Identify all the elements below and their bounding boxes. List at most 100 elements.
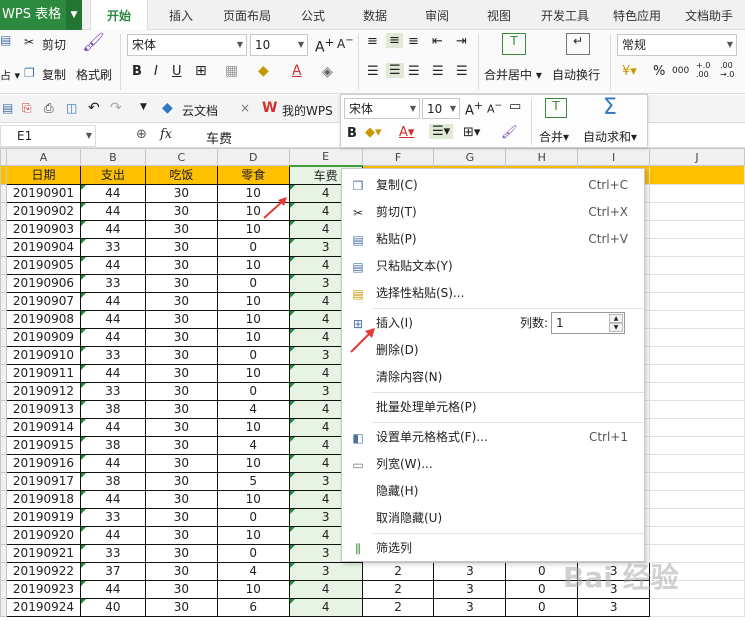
- data-cell[interactable]: 20190920: [5, 525, 81, 545]
- data-cell[interactable]: 0: [216, 345, 290, 365]
- data-cell[interactable]: 30: [144, 219, 218, 239]
- data-cell[interactable]: [649, 291, 745, 311]
- cut-button[interactable]: 剪切: [42, 36, 66, 53]
- data-cell[interactable]: 4: [216, 435, 290, 455]
- data-cell[interactable]: 20190908: [5, 309, 81, 329]
- autosum-icon[interactable]: Σ: [603, 95, 617, 120]
- align-left-icon[interactable]: ☰: [367, 64, 379, 79]
- data-cell[interactable]: 20190914: [5, 417, 81, 437]
- data-cell[interactable]: [649, 507, 745, 527]
- data-cell[interactable]: 44: [79, 453, 146, 473]
- data-cell[interactable]: 33: [79, 381, 146, 401]
- data-cell[interactable]: 10: [216, 219, 290, 239]
- data-cell[interactable]: [649, 345, 745, 365]
- print-preview-icon[interactable]: ◫: [66, 101, 77, 115]
- data-cell[interactable]: 44: [79, 489, 146, 509]
- merge-center-icon[interactable]: T: [502, 33, 526, 55]
- data-cell[interactable]: 30: [144, 381, 218, 401]
- data-cell[interactable]: 0: [216, 381, 290, 401]
- data-cell[interactable]: 0: [216, 507, 290, 527]
- header-cell[interactable]: 支出: [79, 165, 146, 185]
- cloud-docs-tab[interactable]: 云文档: [182, 102, 218, 119]
- close-icon[interactable]: ×: [240, 101, 250, 115]
- percent-button[interactable]: %: [653, 64, 665, 79]
- decrease-font-icon[interactable]: A−: [337, 35, 354, 51]
- data-cell[interactable]: [649, 489, 745, 509]
- data-cell[interactable]: 33: [79, 237, 146, 257]
- data-cell[interactable]: 20190912: [5, 381, 81, 401]
- decrease-decimal-icon[interactable]: .00 →.0: [720, 61, 734, 79]
- data-cell[interactable]: [649, 471, 745, 491]
- fx-button[interactable]: fx: [160, 127, 172, 142]
- data-cell[interactable]: 30: [144, 525, 218, 545]
- mini-bold-button[interactable]: B: [347, 126, 357, 141]
- data-cell[interactable]: [649, 327, 745, 347]
- data-cell[interactable]: 38: [79, 399, 146, 419]
- wrap-text-button[interactable]: 自动换行: [552, 66, 600, 83]
- currency-icon[interactable]: ¥▾: [622, 64, 637, 79]
- data-cell[interactable]: 10: [216, 579, 290, 599]
- data-cell[interactable]: 37: [79, 561, 146, 581]
- app-menu-button[interactable]: WPS 表格 ▼: [0, 0, 82, 30]
- data-cell[interactable]: 30: [144, 291, 218, 311]
- font-name-select[interactable]: 宋体 ▼: [127, 34, 247, 56]
- data-cell[interactable]: 20190922: [5, 561, 81, 581]
- mini-autosum-button[interactable]: 自动求和▾: [583, 128, 637, 145]
- data-cell[interactable]: 33: [79, 345, 146, 365]
- data-cell[interactable]: 20190911: [5, 363, 81, 383]
- tab-features[interactable]: 特色应用: [606, 0, 668, 30]
- menu-item-batch[interactable]: 批量处理单元格(P): [342, 394, 644, 421]
- data-cell[interactable]: 44: [79, 291, 146, 311]
- column-header[interactable]: E: [288, 148, 363, 166]
- data-cell[interactable]: [649, 417, 745, 437]
- column-header[interactable]: J: [649, 148, 745, 166]
- data-cell[interactable]: [649, 435, 745, 455]
- tab-view[interactable]: 视图: [478, 0, 520, 30]
- cloud-docs-icon[interactable]: ◆: [162, 100, 173, 116]
- increase-font-icon[interactable]: A+: [315, 35, 334, 56]
- header-cell[interactable]: 吃饭: [144, 165, 218, 185]
- chevron-down-icon[interactable]: ▼: [66, 0, 82, 30]
- data-cell[interactable]: [649, 525, 745, 545]
- menu-item-clear[interactable]: 清除内容(N): [342, 364, 644, 391]
- data-cell[interactable]: 20190905: [5, 255, 81, 275]
- wrap-text-icon[interactable]: ↵: [566, 33, 590, 55]
- data-cell[interactable]: 44: [79, 183, 146, 203]
- data-cell[interactable]: 30: [144, 237, 218, 257]
- data-cell[interactable]: [649, 597, 745, 617]
- data-cell[interactable]: 30: [144, 417, 218, 437]
- data-cell[interactable]: [649, 237, 745, 257]
- menu-item-hide[interactable]: 隐藏(H): [342, 478, 644, 505]
- data-cell[interactable]: 20190921: [5, 543, 81, 563]
- thousands-button[interactable]: 000: [672, 66, 689, 76]
- data-cell[interactable]: 30: [144, 597, 218, 617]
- menu-item-paste[interactable]: ▤ 粘贴(P) Ctrl+V: [342, 226, 644, 253]
- data-cell[interactable]: 33: [79, 543, 146, 563]
- align-top-icon[interactable]: ≡: [367, 34, 378, 49]
- data-cell[interactable]: 10: [216, 453, 290, 473]
- data-cell[interactable]: 40: [79, 597, 146, 617]
- redo-icon[interactable]: ↷: [110, 100, 122, 116]
- copy-icon[interactable]: ❐: [24, 66, 35, 80]
- data-cell[interactable]: 0: [216, 237, 290, 257]
- font-color-icon[interactable]: A: [292, 63, 302, 79]
- format-painter-button[interactable]: 格式刷: [76, 66, 112, 83]
- tab-data[interactable]: 数据: [354, 0, 396, 30]
- data-cell[interactable]: [649, 219, 745, 239]
- data-cell[interactable]: 30: [144, 507, 218, 527]
- indent-increase-icon[interactable]: ⇥: [456, 34, 467, 49]
- mini-font-color-icon[interactable]: A▾: [399, 125, 414, 140]
- tab-insert[interactable]: 插入: [158, 0, 204, 30]
- data-cell[interactable]: 0: [216, 543, 290, 563]
- data-cell[interactable]: 10: [216, 291, 290, 311]
- align-right-icon[interactable]: ☰: [408, 64, 420, 79]
- export-pdf-icon[interactable]: ⎘: [22, 101, 32, 116]
- data-cell[interactable]: 20190913: [5, 399, 81, 419]
- data-cell[interactable]: 30: [144, 561, 218, 581]
- customize-dropdown-icon[interactable]: ▼: [140, 102, 147, 112]
- data-cell[interactable]: 4: [216, 399, 290, 419]
- data-cell[interactable]: [649, 399, 745, 419]
- cell-style-icon[interactable]: ▭: [509, 99, 521, 114]
- data-cell[interactable]: 20190902: [5, 201, 81, 221]
- underline-button[interactable]: U: [172, 64, 182, 79]
